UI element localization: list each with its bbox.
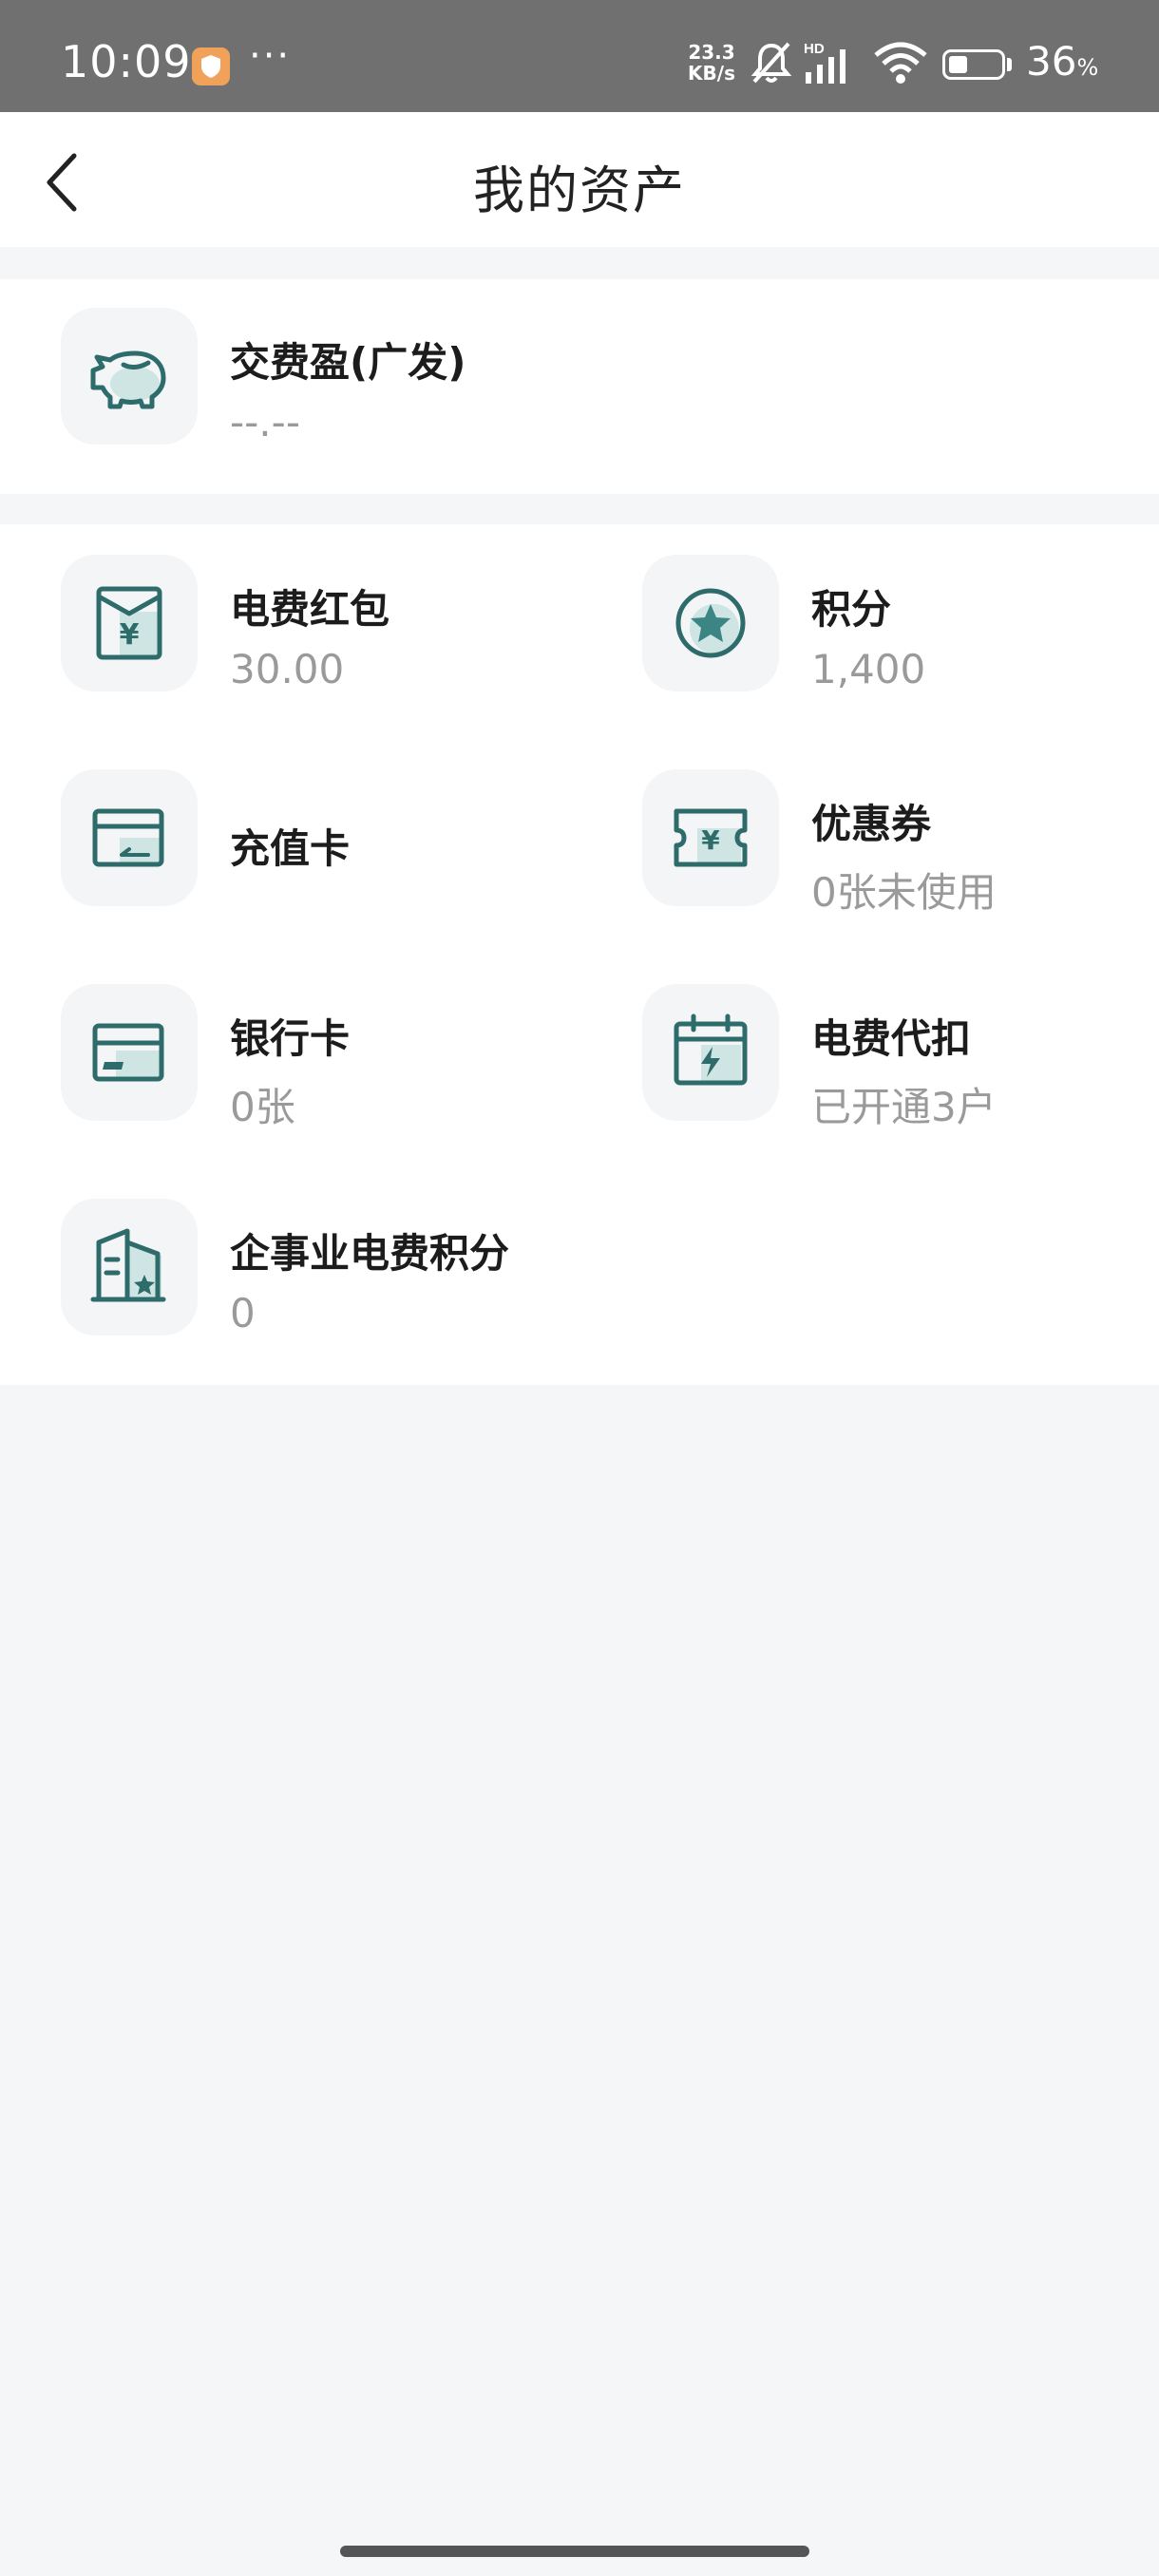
- asset-icon-box: ¥: [61, 555, 198, 691]
- asset-item-coupon[interactable]: ¥ 优惠券 0张未使用: [642, 769, 1159, 916]
- asset-value: 1,400: [811, 646, 926, 692]
- asset-item-bank-card[interactable]: 银行卡 0张: [61, 984, 593, 1130]
- recharge-card-icon: [92, 808, 164, 867]
- battery-icon: [942, 49, 1005, 80]
- page-title: 我的资产: [473, 161, 686, 220]
- network-speed-value: 23.3: [688, 41, 735, 64]
- bank-card-icon: [92, 1023, 164, 1082]
- asset-icon-box: [642, 555, 779, 691]
- asset-item-recharge-card[interactable]: 充值卡: [61, 769, 593, 912]
- header: 我的资产: [0, 112, 1159, 247]
- asset-icon-box: [61, 769, 198, 906]
- asset-icon-box: ¥: [642, 769, 779, 906]
- calendar-bolt-icon: [674, 1013, 748, 1086]
- battery-level: [949, 56, 967, 73]
- coupon-icon: ¥: [674, 808, 748, 867]
- network-speed: 23.3 KB/s: [682, 42, 741, 84]
- fund-card: 交费盈(广发) --.--: [0, 279, 1159, 494]
- status-bar: 10:09 ··· 23.3 KB/s HD 36%: [0, 0, 1159, 112]
- asset-value: 0张: [230, 1084, 295, 1130]
- more-notifications-icon: ···: [249, 34, 292, 78]
- fund-value: --.--: [230, 399, 300, 445]
- shield-app-icon: [192, 47, 230, 85]
- mute-bell-icon: [750, 42, 792, 84]
- fund-icon-box: [61, 308, 198, 445]
- asset-title: 优惠券: [811, 801, 932, 847]
- asset-icon-box: [61, 1199, 198, 1335]
- network-speed-unit: KB/s: [688, 62, 735, 85]
- building-star-icon: [90, 1228, 166, 1302]
- svg-text:¥: ¥: [701, 824, 720, 856]
- red-envelope-icon: ¥: [96, 586, 162, 660]
- asset-value: 0张未使用: [811, 869, 997, 916]
- wifi-icon: [874, 42, 927, 84]
- asset-title: 银行卡: [230, 1015, 351, 1062]
- asset-icon-box: [61, 984, 198, 1121]
- piggy-bank-icon: [90, 350, 166, 409]
- fund-item[interactable]: 交费盈(广发) --.--: [61, 308, 1106, 450]
- asset-title: 电费代扣: [811, 1015, 972, 1062]
- asset-title: 积分: [811, 586, 892, 633]
- asset-item-electric-red-envelope[interactable]: ¥ 电费红包 30.00: [61, 555, 593, 697]
- asset-value: 30.00: [230, 646, 345, 692]
- star-points-icon: [675, 588, 746, 658]
- fund-title: 交费盈(广发): [230, 339, 466, 386]
- asset-item-points[interactable]: 积分 1,400: [642, 555, 1159, 697]
- asset-item-auto-debit[interactable]: 电费代扣 已开通3户: [642, 984, 1159, 1130]
- asset-title: 企事业电费积分: [230, 1230, 510, 1277]
- hd-label: HD: [804, 41, 825, 57]
- home-indicator[interactable]: [340, 2546, 809, 2557]
- asset-icon-box: [642, 984, 779, 1121]
- asset-value: 已开通3户: [811, 1084, 997, 1130]
- asset-value: 0: [230, 1290, 256, 1336]
- status-time: 10:09: [61, 36, 192, 87]
- battery-percent: 36%: [1026, 38, 1099, 85]
- assets-card: ¥ 电费红包 30.00 积分 1,400 充值卡 ¥ 优惠券 0张未使用 银行…: [0, 524, 1159, 1385]
- asset-title: 充值卡: [230, 825, 351, 872]
- asset-item-enterprise-points[interactable]: 企事业电费积分 0: [61, 1199, 726, 1341]
- svg-text:¥: ¥: [120, 618, 140, 652]
- signal-icon: HD: [804, 41, 846, 84]
- asset-title: 电费红包: [230, 586, 390, 633]
